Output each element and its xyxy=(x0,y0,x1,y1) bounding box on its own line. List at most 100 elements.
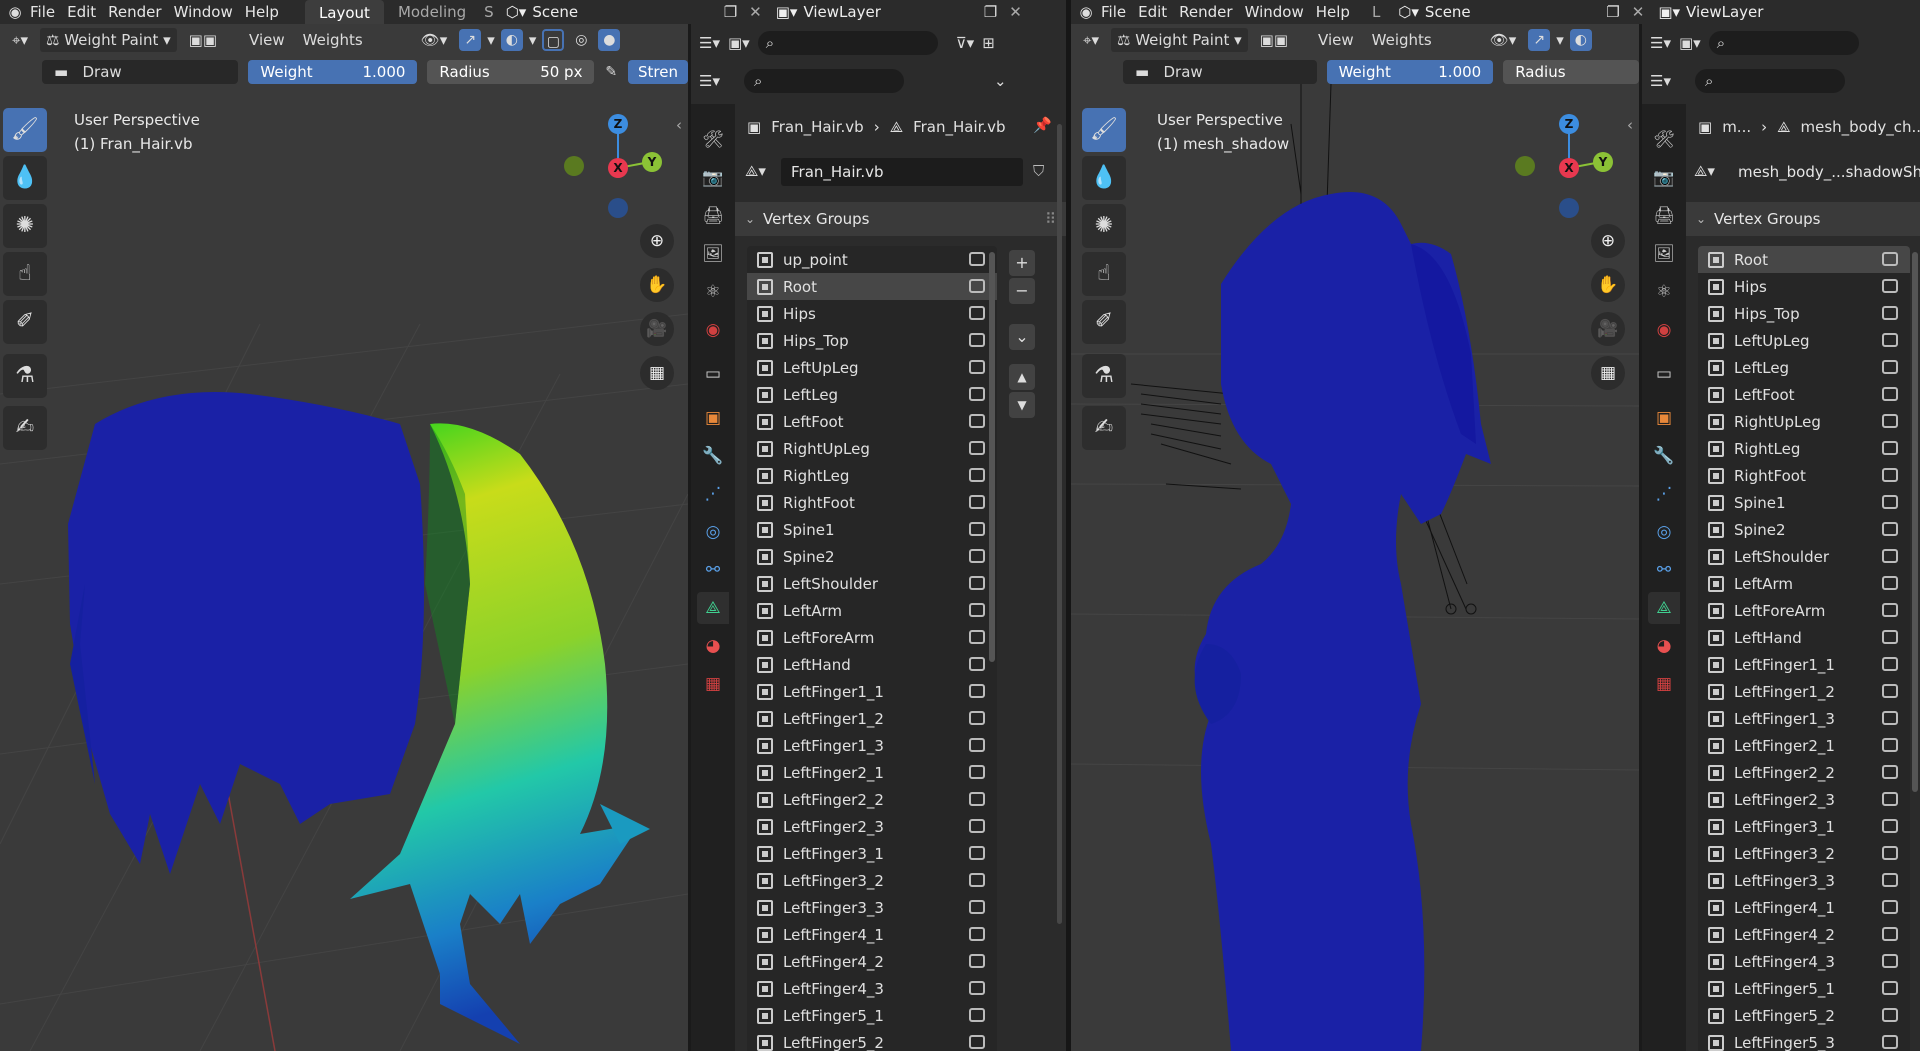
tool-icon[interactable]: 🛠 xyxy=(1648,124,1680,156)
mode-selector[interactable]: ⚖ Weight Paint ▾ xyxy=(1110,28,1248,52)
zoom-icon[interactable]: ⊕ xyxy=(1591,224,1625,258)
average-icon[interactable]: ✺ xyxy=(1082,204,1126,248)
vertex-group-row[interactable]: LeftFoot xyxy=(1698,381,1910,408)
lock-icon[interactable] xyxy=(1882,522,1898,536)
navigation-gizmo[interactable]: Z X Y xyxy=(1511,112,1621,232)
gizmo-z-axis[interactable]: Z xyxy=(1559,114,1579,134)
vertex-group-row[interactable]: LeftArm xyxy=(747,597,997,624)
view-layer-icon[interactable]: 🖼 xyxy=(697,238,729,270)
scene-copy-icon[interactable]: ❐ xyxy=(718,3,743,21)
mesh-browse-icon[interactable]: ⟁▾ xyxy=(1694,162,1715,180)
vertex-group-row[interactable]: LeftUpLeg xyxy=(747,354,997,381)
vertex-group-row[interactable]: LeftLeg xyxy=(1698,354,1910,381)
options-dropdown-icon[interactable]: ⌄ xyxy=(994,72,1007,90)
menu-help[interactable]: Help xyxy=(1316,3,1362,21)
lock-icon[interactable] xyxy=(969,927,985,941)
vertex-group-list[interactable]: Root Hips Hips_Top LeftUpLeg LeftLeg LeftFoot… xyxy=(1698,246,1910,1051)
blender-logo-icon[interactable]: ◉ xyxy=(1071,3,1101,21)
overlay-dropdown-icon[interactable]: ▾ xyxy=(529,31,537,49)
vertex-group-row[interactable]: LeftFinger3_3 xyxy=(747,894,997,921)
tab-layout[interactable]: Layout xyxy=(304,0,384,24)
lock-icon[interactable] xyxy=(969,495,985,509)
menu-help[interactable]: Help xyxy=(245,3,291,21)
texture-icon[interactable]: ▦ xyxy=(697,668,729,700)
lock-icon[interactable] xyxy=(969,387,985,401)
sample-vertex-group-icon[interactable]: ⚗ xyxy=(3,354,47,398)
brush-selector[interactable]: ▬ Draw xyxy=(42,60,239,84)
lock-icon[interactable] xyxy=(1882,387,1898,401)
lock-icon[interactable] xyxy=(1882,900,1898,914)
lock-icon[interactable] xyxy=(1882,630,1898,644)
brush-selector[interactable]: ▬ Draw xyxy=(1123,60,1317,84)
lock-icon[interactable] xyxy=(969,819,985,833)
mask-toggle-icon[interactable]: ▣▣ xyxy=(1254,28,1294,52)
visibility-icon[interactable]: 👁▾ xyxy=(415,28,454,52)
blur-icon[interactable]: 💧 xyxy=(3,156,47,200)
viewlayer-copy-icon[interactable]: ❐ xyxy=(978,3,1003,21)
lock-icon[interactable] xyxy=(969,441,985,455)
material-icon[interactable]: ◕ xyxy=(697,630,729,662)
vertex-group-row[interactable]: LeftFinger4_3 xyxy=(747,975,997,1002)
gizmo-x-axis[interactable]: X xyxy=(1559,158,1579,178)
vertex-group-row[interactable]: Hips_Top xyxy=(1698,300,1910,327)
strength-slider[interactable]: Stren xyxy=(628,60,688,84)
vertex-group-row[interactable]: LeftFinger3_1 xyxy=(747,840,997,867)
vertex-group-row[interactable]: LeftFinger4_2 xyxy=(747,948,997,975)
gizmo-y-axis[interactable]: Y xyxy=(1593,152,1613,172)
lock-icon[interactable] xyxy=(969,360,985,374)
vertex-group-row[interactable]: RightUpLeg xyxy=(747,435,997,462)
properties-search[interactable]: ⌕ xyxy=(1694,69,1845,93)
lock-icon[interactable] xyxy=(969,630,985,644)
vertex-group-row[interactable]: LeftFinger1_2 xyxy=(1698,678,1910,705)
vertex-group-row[interactable]: Spine1 xyxy=(1698,489,1910,516)
editor-type-icon[interactable]: ⌖▾ xyxy=(6,28,34,52)
viewlayer-close-icon[interactable]: ✕ xyxy=(1003,3,1028,21)
new-collection-icon[interactable]: ⊞ xyxy=(982,34,995,52)
ortho-grid-icon[interactable]: ▦ xyxy=(640,356,674,390)
visibility-icon[interactable]: 👁▾ xyxy=(1484,28,1523,52)
mesh-name-field[interactable]: mesh_body_...shadowSha xyxy=(1728,158,1920,186)
scene-selector[interactable]: ⬡▾ Scene xyxy=(498,1,718,23)
lock-icon[interactable] xyxy=(1882,306,1898,320)
menu-edit[interactable]: Edit xyxy=(1138,3,1179,21)
lock-icon[interactable] xyxy=(969,981,985,995)
lock-icon[interactable] xyxy=(969,684,985,698)
lock-icon[interactable] xyxy=(969,900,985,914)
vertex-groups-panel-header[interactable]: ⌄ Vertex Groups xyxy=(1686,202,1920,236)
view-layer-icon[interactable]: 🖼 xyxy=(1648,238,1680,270)
material-icon[interactable]: ◕ xyxy=(1648,630,1680,662)
scene-icon[interactable]: ⚛ xyxy=(697,276,729,308)
camera-icon[interactable]: 🎥 xyxy=(1591,312,1625,346)
drag-handle-icon[interactable]: ⠿ xyxy=(1045,202,1056,236)
object-data-icon[interactable]: ⟁ xyxy=(697,592,729,624)
vertex-group-row[interactable]: LeftFinger4_1 xyxy=(1698,894,1910,921)
menu-render[interactable]: Render xyxy=(1179,3,1244,21)
constraints-icon[interactable]: ⚯ xyxy=(1648,554,1680,586)
weights-menu[interactable]: Weights xyxy=(297,28,369,52)
lock-icon[interactable] xyxy=(1882,252,1898,266)
vertex-group-row[interactable]: LeftFinger4_1 xyxy=(747,921,997,948)
lock-icon[interactable] xyxy=(969,846,985,860)
vertex-group-row[interactable]: LeftFinger4_2 xyxy=(1698,921,1910,948)
menu-edit[interactable]: Edit xyxy=(67,3,108,21)
viewport-3d[interactable]: ⌖▾ ⚖ Weight Paint ▾ ▣▣ View Weights 👁▾ ↗… xyxy=(1071,24,1639,1051)
lock-icon[interactable] xyxy=(969,279,985,293)
sample-weight-icon[interactable]: ✐ xyxy=(1082,300,1126,344)
view-menu[interactable]: View xyxy=(243,28,291,52)
xray-toggle-icon[interactable]: ▢ xyxy=(542,29,565,51)
lock-icon[interactable] xyxy=(969,252,985,266)
mesh-browse-icon[interactable]: ⟁▾ xyxy=(745,162,766,180)
vertex-group-row[interactable]: LeftUpLeg xyxy=(1698,327,1910,354)
lock-icon[interactable] xyxy=(1882,603,1898,617)
tab-sculpting[interactable]: S xyxy=(480,3,498,21)
scene-copy-icon[interactable]: ❐ xyxy=(1600,3,1625,21)
list-scrollbar[interactable] xyxy=(989,252,995,662)
gizmo-z-axis[interactable]: Z xyxy=(608,114,628,134)
list-scrollbar[interactable] xyxy=(1912,252,1918,792)
lock-icon[interactable] xyxy=(1882,441,1898,455)
remove-vertex-group-button[interactable]: − xyxy=(1009,278,1035,304)
move-down-button[interactable]: ▼ xyxy=(1009,392,1035,418)
vertex-group-row[interactable]: RightUpLeg xyxy=(1698,408,1910,435)
weight-slider[interactable]: Weight 1.000 xyxy=(248,60,418,84)
vertex-group-row[interactable]: LeftArm xyxy=(1698,570,1910,597)
